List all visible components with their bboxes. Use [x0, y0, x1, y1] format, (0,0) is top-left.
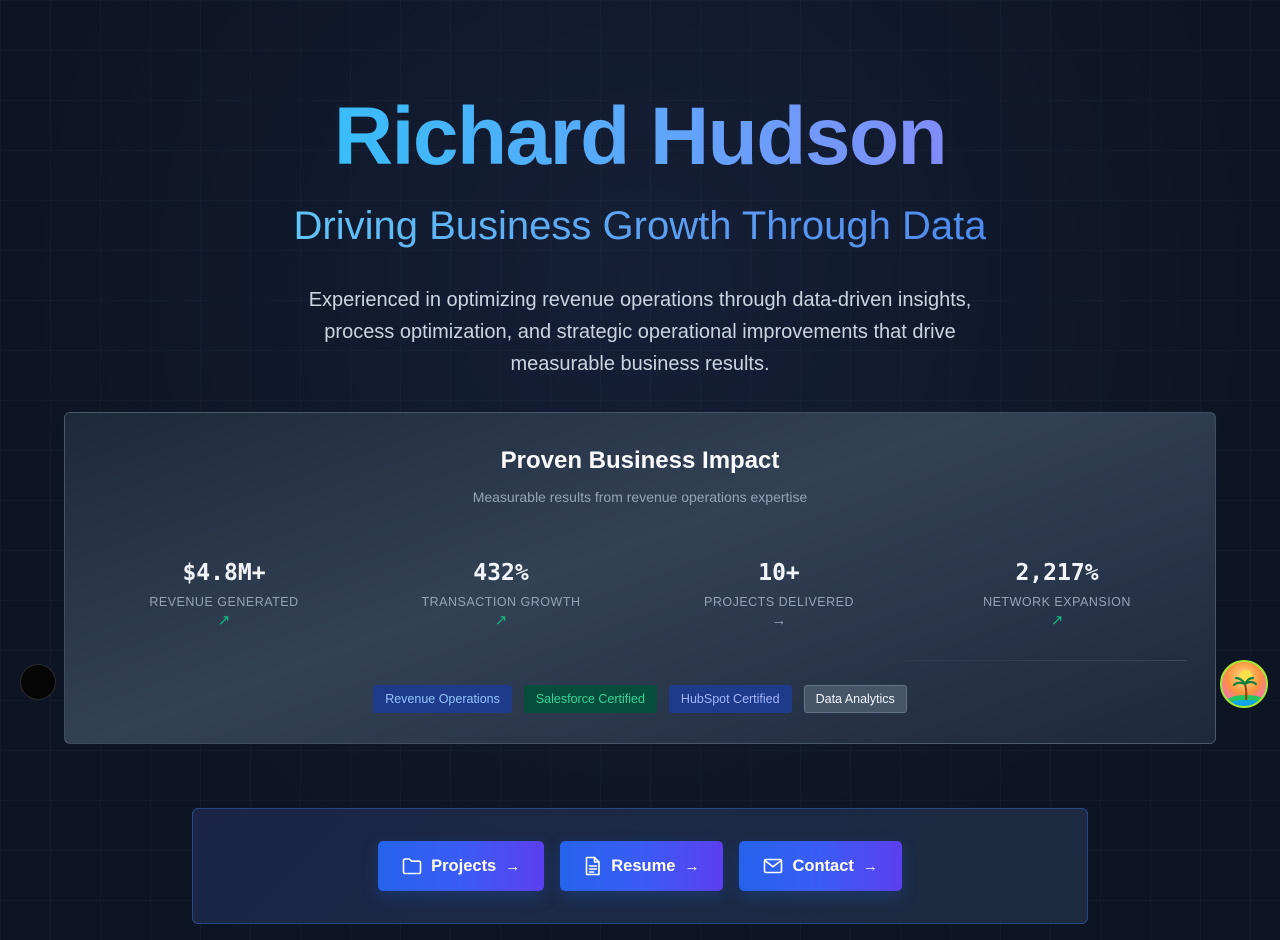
stat-value: $4.8M+	[182, 560, 266, 586]
projects-button[interactable]: Projects →	[378, 841, 545, 891]
stat-projects-delivered: 10+ PROJECTS DELIVERED →	[669, 559, 889, 631]
theme-toggle-orb[interactable]	[20, 664, 56, 700]
trend-up-icon: ↗	[217, 612, 231, 629]
contact-button[interactable]: Contact →	[739, 841, 902, 891]
stat-value: 2,217%	[1015, 560, 1099, 586]
arrow-right-icon: →	[505, 857, 521, 875]
trend-up-icon: ↗	[1050, 612, 1064, 629]
trend-flat-icon: →	[771, 612, 787, 629]
document-icon	[584, 856, 602, 876]
resume-button-label: Resume	[611, 856, 676, 875]
tag-hubspot-certified: HubSpot Certified	[668, 685, 792, 713]
hero-name: Richard Hudson	[333, 91, 948, 182]
impact-title: Proven Business Impact	[500, 447, 780, 474]
folder-icon	[402, 857, 422, 875]
tag-data-analytics: Data Analytics	[803, 685, 907, 713]
stat-transaction-growth: 432% TRANSACTION GROWTH ↗	[391, 559, 611, 631]
stat-label: REVENUE GENERATED	[149, 595, 299, 609]
stat-network-expansion: 2,217% NETWORK EXPANSION ↗	[947, 559, 1167, 631]
impact-card: Proven Business Impact Measurable result…	[64, 412, 1216, 744]
mail-icon	[763, 858, 783, 874]
stat-label: PROJECTS DELIVERED	[703, 595, 854, 609]
divider	[837, 660, 1187, 661]
arrow-right-icon: →	[684, 857, 700, 875]
contact-button-label: Contact	[792, 856, 854, 875]
skill-tags: Revenue Operations Salesforce Certified …	[65, 685, 1215, 713]
stat-value: 10+	[758, 560, 800, 586]
cta-panel: Projects → Resume → Contact →	[192, 808, 1088, 924]
stat-value: 432%	[473, 560, 529, 586]
trend-up-icon: ↗	[494, 612, 508, 629]
tag-salesforce-certified: Salesforce Certified	[523, 685, 657, 713]
impact-subtitle: Measurable results from revenue operatio…	[472, 489, 808, 505]
hero-description: Experienced in optimizing revenue operat…	[308, 289, 972, 375]
projects-button-label: Projects	[431, 856, 497, 875]
arrow-right-icon: →	[862, 857, 878, 875]
resume-button[interactable]: Resume →	[560, 841, 724, 891]
stat-label: TRANSACTION GROWTH	[421, 595, 581, 609]
avatar[interactable]	[1220, 660, 1268, 708]
stat-label: NETWORK EXPANSION	[983, 595, 1131, 609]
hero-tagline: Driving Business Growth Through Data	[293, 204, 987, 248]
stat-revenue-generated: $4.8M+ REVENUE GENERATED ↗	[114, 559, 334, 631]
tag-revenue-operations: Revenue Operations	[373, 685, 512, 713]
